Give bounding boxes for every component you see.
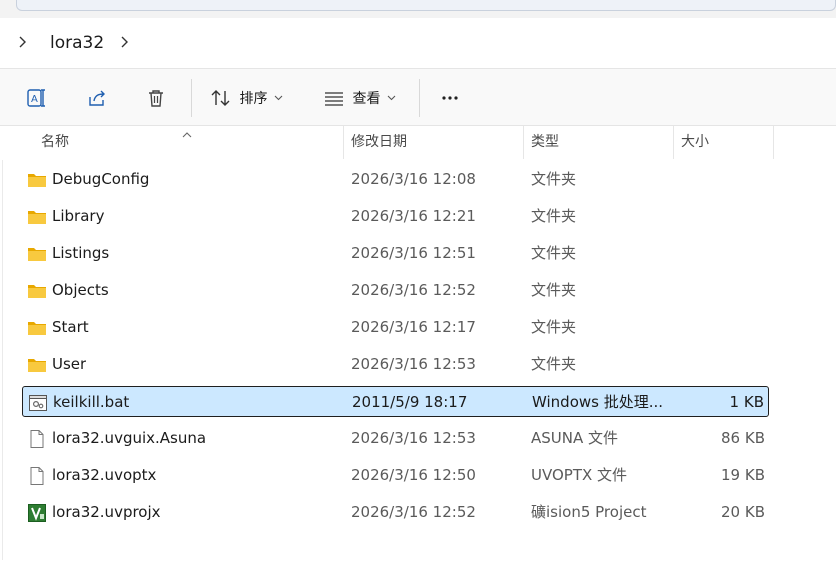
file-type: 文件夹 [531, 355, 577, 373]
folder-icon [27, 281, 47, 301]
file-type: UVOPTX 文件 [531, 466, 628, 484]
file-date: 2026/3/16 12:53 [351, 429, 476, 447]
file-row[interactable]: Library 2026/3/16 12:21 文件夹 [22, 201, 769, 232]
file-date: 2026/3/16 12:52 [351, 281, 476, 299]
file-name: keilkill.bat [53, 393, 130, 411]
view-label: 查看 [352, 91, 381, 107]
file-type: 文件夹 [531, 318, 577, 336]
folder-icon [27, 244, 47, 264]
file-date: 2026/3/16 12:53 [351, 355, 476, 373]
toolbar-divider [191, 79, 192, 117]
file-date: 2026/3/16 12:51 [351, 244, 476, 262]
keil-project-icon [27, 503, 47, 523]
file-name: lora32.uvoptx [52, 466, 157, 484]
file-name: Start [52, 318, 89, 336]
chevron-right-icon[interactable] [117, 32, 131, 52]
share-button[interactable] [80, 81, 114, 115]
file-row[interactable]: Listings 2026/3/16 12:51 文件夹 [22, 238, 769, 269]
folder-icon [27, 355, 47, 375]
breadcrumb: lora32 [0, 18, 836, 68]
file-type: 文件夹 [531, 170, 577, 188]
svg-text:A: A [31, 94, 38, 105]
file-row[interactable]: Start 2026/3/16 12:17 文件夹 [22, 312, 769, 343]
file-row[interactable]: lora32.uvguix.Asuna 2026/3/16 12:53 ASUNA … [22, 423, 769, 454]
file-icon [27, 429, 47, 449]
file-size: 20 KB [721, 503, 765, 521]
file-date: 2011/5/9 18:17 [352, 393, 468, 411]
sort-icon [211, 90, 229, 106]
column-header-name[interactable]: 名称 [33, 126, 342, 159]
file-name: lora32.uvguix.Asuna [52, 429, 207, 447]
chevron-right-icon[interactable] [15, 32, 29, 52]
command-bar: A 排序 查看 [0, 68, 836, 126]
chevron-down-icon [387, 95, 396, 101]
delete-button[interactable] [139, 81, 173, 115]
breadcrumb-item[interactable]: lora32 [48, 26, 106, 60]
view-list-icon [324, 92, 343, 106]
file-row[interactable]: User 2026/3/16 12:53 文件夹 [22, 349, 769, 380]
file-date: 2026/3/16 12:08 [351, 170, 476, 188]
rename-icon: A [27, 89, 45, 107]
file-type: 礦ision5 Project [531, 503, 647, 521]
file-row[interactable]: lora32.uvprojx 2026/3/16 12:52 礦ision5 Pro… [22, 497, 769, 528]
file-type: ASUNA 文件 [531, 429, 619, 447]
file-type: 文件夹 [531, 244, 577, 262]
file-type: Windows 批处理... [532, 393, 664, 411]
file-name: User [52, 355, 87, 373]
folder-icon [27, 170, 47, 190]
sort-button[interactable]: 排序 [204, 81, 288, 115]
column-header-size[interactable]: 大小 [673, 126, 773, 159]
file-type: 文件夹 [531, 207, 577, 225]
file-type: 文件夹 [531, 281, 577, 299]
column-divider[interactable] [773, 126, 774, 159]
file-date: 2026/3/16 12:17 [351, 318, 476, 336]
file-row[interactable]: keilkill.bat 2011/5/9 18:17 Windows 批处理...… [22, 386, 769, 417]
column-header-type[interactable]: 类型 [523, 126, 673, 159]
share-icon [89, 90, 105, 106]
folder-icon [27, 207, 47, 227]
more-options-button[interactable] [433, 81, 467, 115]
file-size [685, 201, 765, 232]
trash-icon [149, 90, 163, 107]
column-header-date[interactable]: 修改日期 [343, 126, 523, 159]
batch-file-icon [28, 393, 48, 413]
file-row[interactable]: DebugConfig 2026/3/16 12:08 文件夹 [22, 164, 769, 195]
file-name: Library [52, 207, 105, 225]
file-date: 2026/3/16 12:21 [351, 207, 476, 225]
more-icon [442, 96, 458, 100]
file-name: Objects [52, 281, 109, 299]
column-header-row: 名称 修改日期 类型 大小 [0, 126, 836, 159]
file-date: 2026/3/16 12:52 [351, 503, 476, 521]
file-size [685, 349, 765, 380]
file-date: 2026/3/16 12:50 [351, 466, 476, 484]
file-icon [27, 466, 47, 486]
title-strip [0, 0, 836, 18]
toolbar-divider [419, 79, 420, 117]
file-size [685, 238, 765, 269]
file-row[interactable]: lora32.uvoptx 2026/3/16 12:50 UVOPTX 文件 19 … [22, 460, 769, 491]
sort-label: 排序 [239, 91, 268, 107]
file-row[interactable]: Objects 2026/3/16 12:52 文件夹 [22, 275, 769, 306]
view-button[interactable]: 查看 [316, 81, 402, 115]
rename-button[interactable]: A [20, 81, 54, 115]
file-name: lora32.uvprojx [52, 503, 161, 521]
file-size: 1 KB [729, 393, 764, 411]
folder-icon [27, 318, 47, 338]
file-size: 86 KB [721, 429, 765, 447]
file-size: 19 KB [721, 466, 765, 484]
file-size [685, 275, 765, 306]
chevron-down-icon [274, 95, 283, 101]
pane-edge [2, 160, 3, 560]
file-name: Listings [52, 244, 110, 262]
file-size [685, 164, 765, 195]
tab-strip-edge [16, 0, 836, 11]
file-size [685, 312, 765, 343]
file-name: DebugConfig [52, 170, 150, 188]
